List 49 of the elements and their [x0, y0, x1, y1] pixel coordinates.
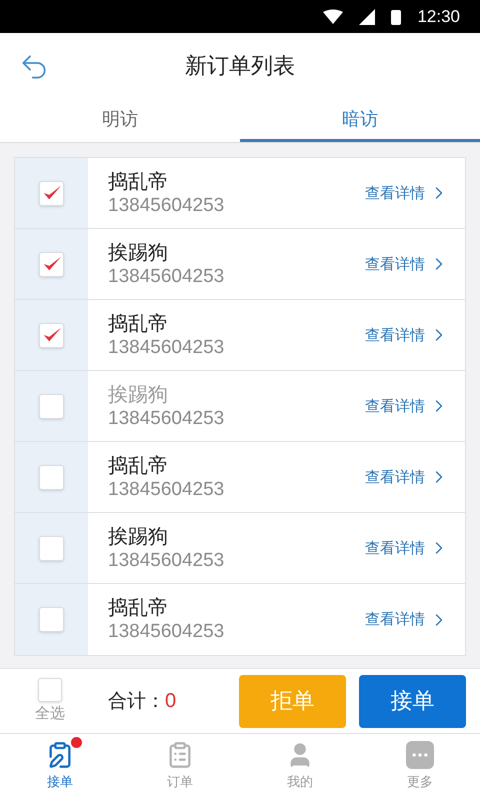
checkbox[interactable] — [39, 607, 64, 632]
details-link[interactable]: 查看详情 — [365, 442, 465, 512]
status-time: 12:30 — [417, 6, 460, 28]
details-link[interactable]: 查看详情 — [365, 158, 465, 228]
phone-number: 13845604253 — [108, 620, 226, 644]
wifi-icon — [323, 8, 344, 24]
battery-icon — [391, 8, 402, 24]
nav-tab[interactable]: 订单 — [120, 734, 240, 800]
customer-name: 捣乱帝 — [108, 168, 169, 194]
phone-number: 13845604253 — [108, 336, 226, 360]
checkbox[interactable] — [39, 180, 64, 206]
signal-icon — [359, 8, 376, 24]
customer-name: 捣乱帝 — [108, 310, 169, 336]
details-link[interactable]: 查看详情 — [365, 584, 465, 655]
nav-tab[interactable]: 我的 — [240, 734, 360, 800]
checkbox[interactable] — [39, 322, 64, 348]
tab[interactable]: 暗访 — [240, 100, 480, 142]
phone-number: 13845604253 — [108, 264, 226, 288]
checkbox[interactable] — [39, 252, 64, 276]
select-all-label: 全选 — [35, 702, 65, 724]
customer-name: 挨踢狗 — [108, 240, 169, 265]
accept-button[interactable]: 接单 — [359, 674, 466, 728]
order-row[interactable]: 挨踢狗 13845604253 查看详情 — [15, 513, 465, 584]
details-link[interactable]: 查看详情 — [365, 229, 465, 299]
customer-name: 捣乱帝 — [108, 595, 169, 620]
checkbox[interactable] — [38, 678, 62, 702]
checkbox[interactable] — [39, 536, 64, 560]
order-row[interactable]: 捣乱帝 13845604253 查看详情 — [15, 158, 465, 229]
details-link[interactable]: 查看详情 — [365, 300, 465, 370]
customer-name: 挨踢狗 — [108, 524, 169, 549]
order-row[interactable]: 挨踢狗 13845604253 查看详情 — [15, 229, 465, 300]
details-link[interactable]: 查看详情 — [365, 513, 465, 583]
checkbox[interactable] — [39, 464, 64, 490]
nav-tab[interactable]: 更多 — [360, 734, 480, 800]
order-row[interactable]: 捣乱帝 13845604253 查看详情 — [15, 442, 465, 513]
customer-name: 捣乱帝 — [108, 452, 169, 478]
phone-number: 13845604253 — [108, 478, 226, 502]
more-icon — [406, 741, 434, 770]
phone-number: 13845604253 — [108, 194, 226, 218]
nav-tab[interactable]: 接单 — [0, 734, 120, 800]
order-row[interactable]: 捣乱帝 13845604253 查看详情 — [15, 300, 465, 371]
tab[interactable]: 明访 — [0, 100, 240, 142]
total-label: 合计： — [108, 688, 165, 714]
total-count: 0 — [165, 689, 176, 714]
order-row[interactable]: 捣乱帝 13845604253 查看详情 — [15, 584, 465, 655]
phone-number: 13845604253 — [108, 548, 226, 572]
customer-name: 挨踢狗 — [108, 382, 169, 407]
page-title: 新订单列表 — [185, 53, 295, 81]
phone-number: 13845604253 — [108, 406, 226, 430]
